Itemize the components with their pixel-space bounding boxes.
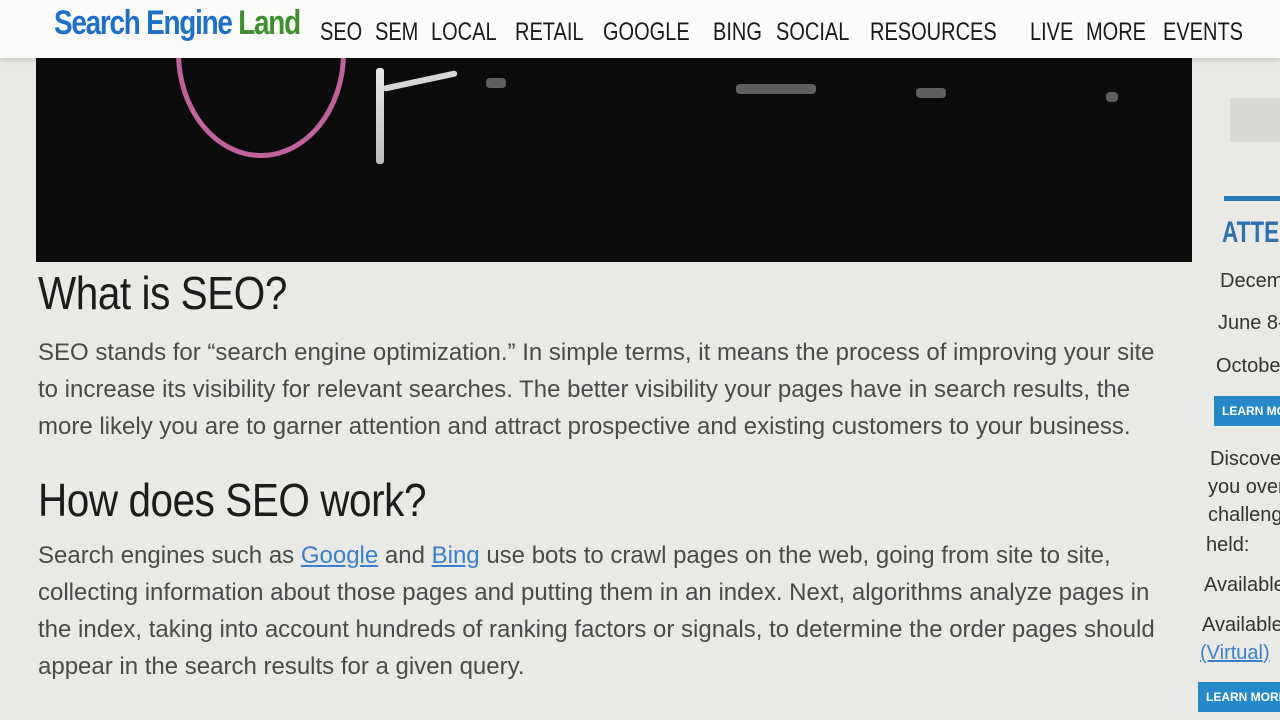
sidebar-description: held: [1206,534,1250,556]
nav-item-retail[interactable]: RETAIL [515,18,584,47]
sidebar-ad-box [1230,98,1280,142]
nav-item-live[interactable]: LIVE [1030,18,1073,47]
learn-more-button[interactable]: LEARN MORE [1198,682,1280,712]
nav-item-seo[interactable]: SEO [320,18,362,47]
paragraph-text: and [378,542,432,569]
hero-image [36,58,1192,262]
paragraph-what-is-seo: SEO stands for “search engine optimizati… [38,339,1155,440]
link-bing[interactable]: Bing [432,542,480,569]
site-logo[interactable]: Search Engine Land [54,4,301,43]
heading-how-does-seo-work: How does SEO work? [38,474,427,526]
logo-text-land: Land [238,4,301,42]
nav-item-more[interactable]: MORE [1086,18,1146,47]
sidebar-description: you over [1208,476,1280,498]
nav-item-google[interactable]: GOOGLE [603,18,690,47]
sidebar-divider [1224,196,1280,201]
main-nav: SEO SEM LOCAL RETAIL GOOGLE BING SOCIAL … [320,18,1249,47]
hero-chalk-mark [916,88,946,98]
sidebar-date: June 8- [1218,312,1280,334]
nav-item-sem[interactable]: SEM [375,18,418,47]
hero-chalk-stroke [382,70,458,92]
hero-chalk-mark [486,78,506,88]
nav-item-resources[interactable]: RESOURCES [870,18,997,47]
paragraph-how-seo-works: Search engines such as Google and Bing u… [38,537,1178,685]
nav-item-events[interactable]: EVENTS [1163,18,1243,47]
site-header: Search Engine Land SEO SEM LOCAL RETAIL … [0,0,1280,59]
virtual-link[interactable]: (Virtual) [1200,642,1270,665]
paragraph-text: Search engines such as [38,542,301,569]
hero-chalk-mark [736,84,816,94]
hero-chalk-circle [176,58,346,158]
learn-more-button[interactable]: LEARN MO [1214,396,1280,426]
nav-item-local[interactable]: LOCAL [431,18,497,47]
nav-item-bing[interactable]: BING [713,18,762,47]
logo-text-search-engine: Search Engine [54,4,233,42]
sidebar-availability: Available [1202,614,1280,636]
hero-chalk-mark [1106,92,1118,102]
sidebar: ATTEN Decem June 8- Octobe LEARN MO Disc… [1194,58,1280,720]
sidebar-availability: Available [1204,574,1280,596]
link-google[interactable]: Google [301,542,378,569]
article-body: What is SEO? SEO stands for “search engi… [38,262,1178,685]
sidebar-description: Discove [1210,448,1280,470]
sidebar-date: Octobe [1216,355,1280,377]
hero-chalk-stroke [376,68,384,164]
sidebar-date: Decem [1220,270,1280,292]
nav-item-social[interactable]: SOCIAL [776,18,849,47]
heading-what-is-seo: What is SEO? [38,267,287,319]
sidebar-description: challeng [1208,504,1280,526]
sidebar-heading: ATTEN [1222,216,1280,249]
